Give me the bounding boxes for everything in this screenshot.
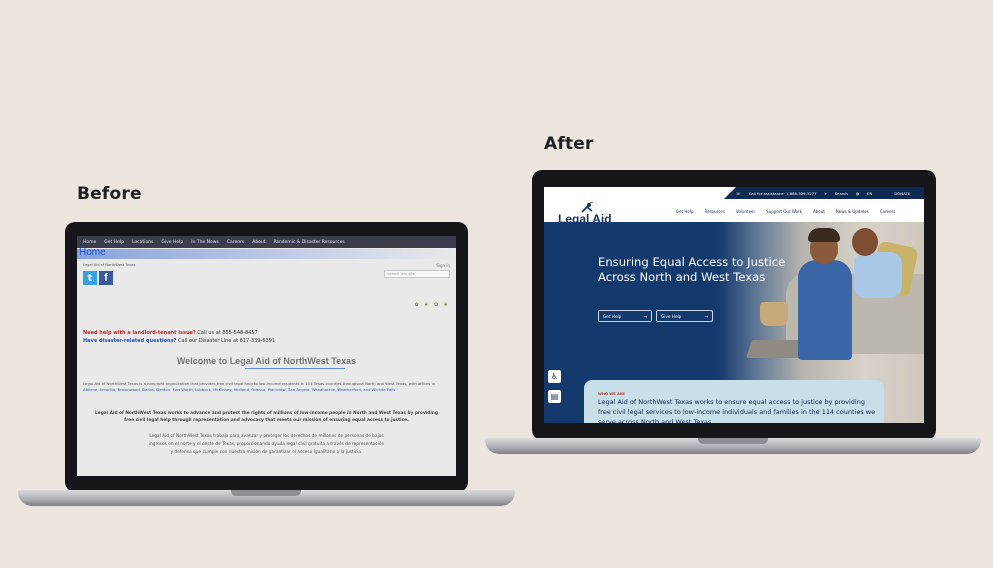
- old-landlord-line: Need help with a landlord-tenant issue? …: [83, 330, 258, 336]
- old-website-screen: Home Get Help Locations Give Help In The…: [77, 236, 456, 476]
- before-label: Before: [77, 184, 142, 204]
- hero-heading: Ensuring Equal Access to Justice Across …: [598, 255, 786, 284]
- old-home-heading: Home: [79, 247, 106, 258]
- new-website-screen: ☏ Call for assistance: 1-888-529-5277 ⌕ …: [544, 187, 924, 423]
- new-utility-bar: ☏ Call for assistance: 1-888-529-5277 ⌕ …: [724, 187, 924, 199]
- old-social-links: t f: [83, 271, 113, 285]
- old-nav-news[interactable]: In The News: [191, 240, 219, 245]
- globe-icon[interactable]: ◍: [856, 191, 859, 196]
- hero-get-help-button[interactable]: Get Help →: [598, 310, 652, 322]
- old-signin-link[interactable]: Sign in: [436, 263, 450, 268]
- laptop-after-notch: [698, 438, 768, 444]
- hero-give-help-label: Give Help: [661, 313, 682, 319]
- old-nav-get-help[interactable]: Get Help: [104, 240, 124, 245]
- old-intro-cities[interactable]: Abilene, Amarillo, Brownwood, Dallas, De…: [83, 387, 396, 392]
- old-disaster-line: Have disaster-related questions? Call ou…: [83, 338, 275, 344]
- hero-get-help-label: Get Help: [603, 313, 622, 319]
- phone-icon: ☏: [736, 190, 741, 196]
- hero-give-help-button[interactable]: Give Help →: [656, 310, 713, 322]
- search-icon[interactable]: ⌕: [825, 191, 827, 196]
- old-mission-1: Legal Aid of NorthWest Texas works to ad…: [95, 411, 438, 416]
- old-landlord-call: Call us at 855-548-8457: [197, 330, 258, 336]
- old-nav-about[interactable]: About: [252, 240, 265, 245]
- old-welcome-title: Welcome to Legal Aid of NorthWest Texas: [176, 356, 357, 366]
- new-call-assistance[interactable]: Call for assistance: 1-888-529-5277: [749, 191, 817, 196]
- new-nav-volunteer[interactable]: Volunteer: [736, 209, 755, 214]
- accessibility-icon[interactable]: ♿: [548, 370, 561, 383]
- old-spanish-2: ingresos en el norte y el oeste de Texas…: [148, 442, 385, 447]
- old-divider: [245, 368, 345, 369]
- who-we-are-kicker: WHO WE ARE: [598, 392, 625, 396]
- who-we-are-card: WHO WE ARE Legal Aid of NorthWest Texas …: [584, 380, 884, 423]
- old-nav-give-help[interactable]: Give Help: [161, 240, 183, 245]
- laptop-before: Home Get Help Locations Give Help In The…: [18, 222, 515, 512]
- after-label: After: [544, 134, 594, 154]
- arrow-right-icon: →: [704, 313, 708, 319]
- old-spanish-3: y defensa que cumple con nuestra misión …: [170, 450, 363, 455]
- old-disaster-question[interactable]: Have disaster-related questions?: [83, 338, 176, 344]
- twitter-icon[interactable]: t: [83, 271, 97, 285]
- old-header-band: [77, 249, 456, 259]
- old-search-input[interactable]: Search this site: [384, 270, 450, 278]
- new-search-link[interactable]: Search: [835, 191, 848, 196]
- old-disaster-call: Call our Disaster Line at 817-339-6391: [178, 338, 276, 344]
- old-landlord-question: Need help with a landlord-tenant issue?: [83, 330, 196, 336]
- old-org-name: Legal Aid of NorthWest Texas: [83, 263, 136, 267]
- new-language-select[interactable]: EN: [867, 191, 872, 196]
- new-nav-about[interactable]: About: [813, 209, 825, 214]
- who-we-are-text: Legal Aid of NorthWest Texas works to en…: [598, 398, 876, 423]
- new-nav-resources[interactable]: Resources: [705, 209, 725, 214]
- new-nav-get-help[interactable]: Get Help: [676, 209, 694, 214]
- old-ribbon-icons: ✿ ❦ ✿ ❦: [414, 302, 450, 308]
- old-mission-2: free civil legal help through representa…: [124, 418, 409, 423]
- old-nav-locations[interactable]: Locations: [132, 240, 153, 245]
- laptop-before-notch: [231, 490, 301, 496]
- arrow-right-icon: →: [643, 313, 647, 319]
- new-main-nav: Get Help Resources Volunteer Support Our…: [676, 209, 895, 214]
- old-nav-bar: Home Get Help Locations Give Help In The…: [77, 236, 456, 248]
- hero-person-boy: [844, 228, 904, 318]
- new-hero: Ensuring Equal Access to Justice Across …: [544, 222, 924, 423]
- old-intro-paragraph: Legal Aid of NorthWest Texas is a nonpro…: [83, 381, 449, 392]
- laptop-after-bezel: ☏ Call for assistance: 1-888-529-5277 ⌕ …: [532, 170, 936, 440]
- new-nav-careers[interactable]: Careers: [880, 209, 895, 214]
- old-nav-pandemic[interactable]: Pandemic & Disaster Resources: [274, 240, 345, 245]
- laptop-after: ☏ Call for assistance: 1-888-529-5277 ⌕ …: [485, 170, 981, 460]
- old-intro-text: Legal Aid of NorthWest Texas is a nonpro…: [83, 381, 436, 386]
- old-nav-home[interactable]: Home: [83, 240, 96, 245]
- new-nav-support[interactable]: Support Our Work: [766, 209, 802, 214]
- document-icon[interactable]: ▤: [548, 390, 561, 403]
- new-donate-button[interactable]: DONATE: [894, 191, 910, 196]
- old-nav-careers[interactable]: Careers: [227, 240, 244, 245]
- laptop-before-bezel: Home Get Help Locations Give Help In The…: [65, 222, 468, 492]
- hero-basket: [760, 302, 788, 326]
- facebook-icon[interactable]: f: [99, 271, 113, 285]
- old-spanish-1: Legal Aid of NorthWest Texas trabaja par…: [149, 434, 384, 439]
- new-nav-news[interactable]: News & Updates: [836, 209, 869, 214]
